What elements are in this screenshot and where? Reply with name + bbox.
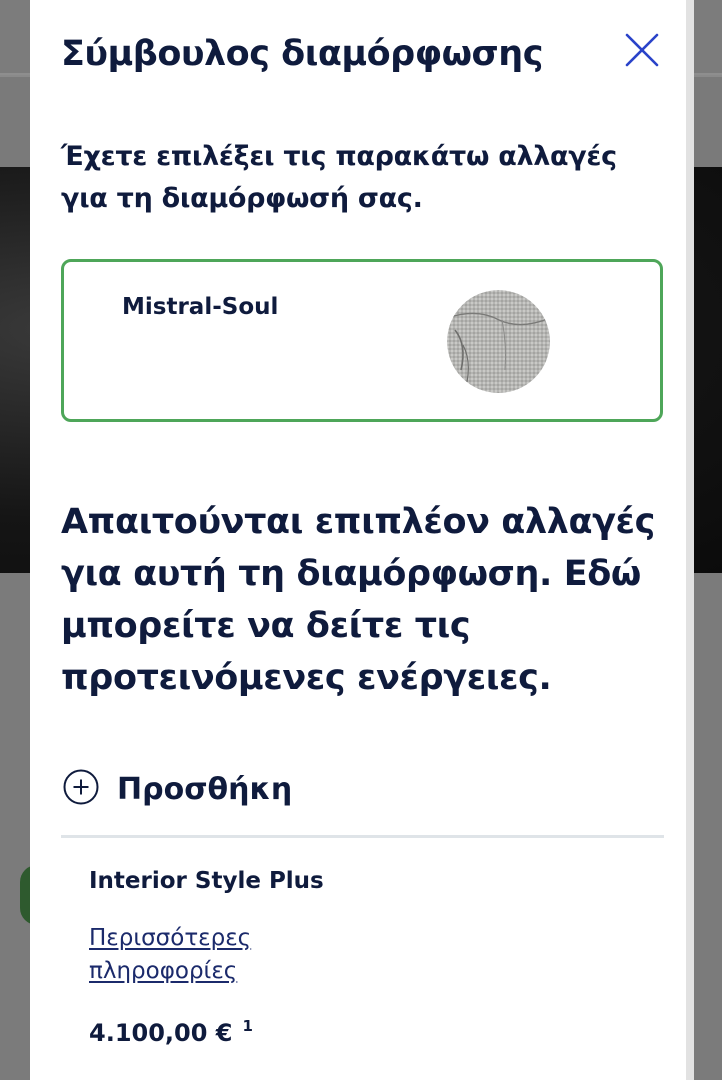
add-section-header: Προσθήκη — [61, 768, 664, 838]
add-section-label: Προσθήκη — [117, 772, 293, 807]
modal-title: Σύμβουλος διαμόρφωσης — [61, 34, 543, 74]
price-footnote-marker[interactable]: 1 — [242, 1017, 252, 1035]
suggested-item-price: 4.100,00 € — [89, 1019, 233, 1047]
suggested-item-name: Interior Style Plus — [89, 868, 324, 894]
suggested-item-price-row: 4.100,00 € 1 — [89, 1017, 253, 1047]
close-icon — [625, 33, 659, 67]
selected-change-name: Mistral-Soul — [122, 294, 279, 320]
configuration-advisor-modal: Σύμβουλος διαμόρφωσης Έχετε επιλέξει τις… — [30, 0, 686, 1080]
close-button[interactable] — [622, 30, 662, 70]
seat-fabric-thumbnail — [447, 290, 550, 393]
required-changes-heading: Απαιτούνται επιπλέον αλλαγές για αυτή τη… — [61, 502, 655, 698]
selected-change-card: Mistral-Soul — [61, 259, 663, 422]
plus-circle-icon — [63, 769, 99, 805]
more-info-link[interactable]: Περισσότερες πληροφορίες — [89, 922, 319, 988]
modal-scroll-edge — [686, 0, 694, 1080]
intro-text: Έχετε επιλέξει τις παρακάτω αλλαγές για … — [61, 141, 617, 214]
modal-header: Σύμβουλος διαμόρφωσης — [61, 28, 662, 88]
